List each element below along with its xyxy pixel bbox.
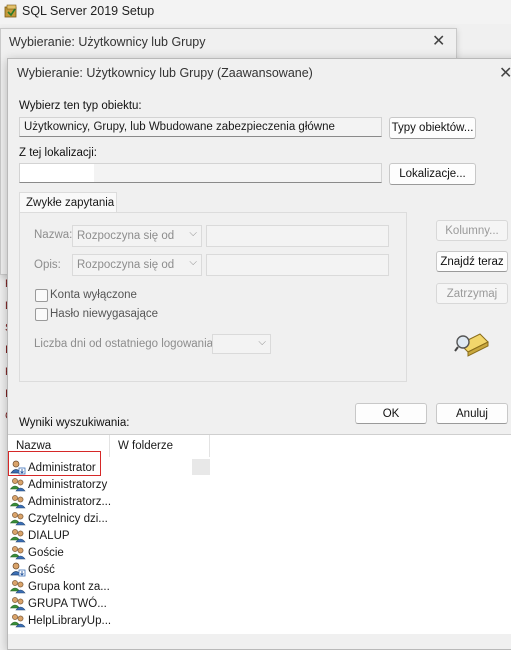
group-icon [10,596,28,611]
location-value-block [20,164,94,182]
result-name: Gość [28,563,55,576]
app-title: SQL Server 2019 Setup [22,4,155,18]
chevron-down-icon: ⌵ [189,257,197,268]
group-icon [10,511,28,526]
description-input[interactable] [206,254,389,276]
dialog-title: Wybieranie: Użytkownicy lub Grupy (Zaawa… [17,66,313,80]
selected-row-highlight [8,451,101,476]
result-row[interactable]: Grupa kont za... [10,578,112,595]
result-row[interactable]: Czytelnicy dzi... [10,510,112,527]
days-since-logon-select[interactable]: ⌵ [212,334,271,354]
results-label: Wyniki wyszukiwania: [19,417,130,429]
result-name: Grupa kont za... [28,580,110,593]
result-name: HelpLibraryUp... [28,614,112,627]
search-flashlight-icon [454,333,489,357]
result-name: Czytelnicy dzi... [28,512,108,525]
name-mode-value: Rozpoczyna się od [77,230,175,242]
column-header-folder[interactable]: W folderze [110,435,210,457]
stop-button[interactable]: Zatrzymaj [436,283,508,304]
disabled-accounts-label: Konta wyłączone [50,289,137,301]
result-row[interactable]: HelpLibraryUp... [10,612,112,629]
find-now-button[interactable]: Znajdź teraz [436,251,508,272]
columns-button[interactable]: Kolumny... [436,220,508,241]
result-name: Goście [28,546,64,559]
ok-button[interactable]: OK [355,403,427,424]
location-label: Z tej lokalizacji: [19,147,97,159]
object-types-button[interactable]: Typy obiektów... [389,117,476,139]
dialog-close-icon[interactable]: ✕ [499,63,511,83]
group-icon [10,579,28,594]
tab-common-queries[interactable]: Zwykłe zapytania [19,192,117,213]
result-name: GRUPA TWÓ... [28,597,107,610]
name-label: Nazwa: [34,229,73,241]
row-folder-cell [192,459,210,475]
locations-button[interactable]: Lokalizacje... [389,163,476,185]
sql-setup-icon [4,4,17,18]
chevron-down-icon: ⌵ [189,228,197,239]
result-name: Administratorzy [28,478,108,491]
result-name: DIALUP [28,529,70,542]
object-type-label: Wybierz ten typ obiektu: [19,100,142,112]
background-dialog-close-icon[interactable]: ✕ [432,31,445,51]
result-row[interactable]: Goście [10,544,112,561]
result-row[interactable]: Administratorz... [10,493,112,510]
group-icon [10,545,28,560]
result-row[interactable]: GRUPA TWÓ... [10,595,112,612]
description-mode-select[interactable]: Rozpoczyna się od ⌵ [72,254,202,276]
group-icon [10,613,28,628]
name-input[interactable] [206,225,389,247]
description-mode-value: Rozpoczyna się od [77,259,175,271]
object-type-field: Użytkownicy, Grupy, lub Wbudowane zabezp… [19,117,382,137]
disabled-accounts-checkbox[interactable] [35,289,48,302]
result-name: Administratorz... [28,495,112,508]
result-row[interactable]: Administratorzy [10,476,112,493]
name-mode-select[interactable]: Rozpoczyna się od ⌵ [72,225,202,247]
user-icon [10,562,28,577]
location-field [19,163,382,183]
group-icon [10,528,28,543]
non-expiring-password-label: Hasło niewygasające [50,308,159,320]
non-expiring-password-checkbox[interactable] [35,308,48,321]
days-since-logon-label: Liczba dni od ostatniego logowania: [34,338,217,350]
result-row[interactable]: Gość [10,561,112,578]
chevron-down-icon: ⌵ [258,337,266,348]
group-icon [10,477,28,492]
background-dialog-title: Wybieranie: Użytkownicy lub Grupy [9,35,206,49]
result-row[interactable]: DIALUP [10,527,112,544]
group-icon [10,494,28,509]
cancel-button[interactable]: Anuluj [436,403,508,424]
description-label: Opis: [34,259,61,271]
